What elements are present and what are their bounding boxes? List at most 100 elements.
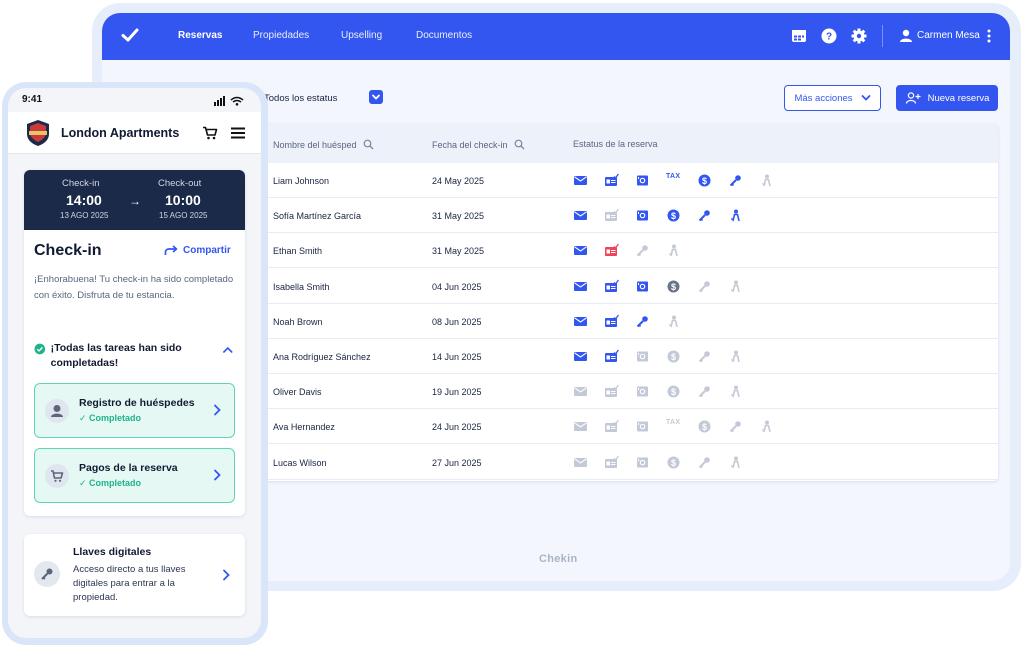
- guest-name[interactable]: Ana Rodríguez Sánchez: [273, 352, 371, 362]
- key-icon[interactable]: [697, 455, 712, 470]
- nav-propiedades[interactable]: Propiedades: [253, 30, 309, 41]
- deposit-icon[interactable]: [635, 419, 650, 434]
- guest-police-icon[interactable]: [728, 279, 743, 294]
- table-row[interactable]: Ana Rodríguez Sánchez 14 Jun 2025 $: [256, 339, 998, 374]
- guest-name[interactable]: Lucas Wilson: [273, 458, 327, 468]
- more-vertical-icon[interactable]: [980, 27, 998, 45]
- email-icon[interactable]: [573, 455, 588, 470]
- search-icon[interactable]: [514, 139, 525, 150]
- email-icon[interactable]: [573, 384, 588, 399]
- key-icon[interactable]: [697, 384, 712, 399]
- key-icon[interactable]: [728, 419, 743, 434]
- help-icon[interactable]: ?: [820, 27, 838, 45]
- tasks-completed-header[interactable]: ¡Todas las tareas han sido completadas!: [34, 341, 234, 371]
- task-booking-payments[interactable]: Pagos de la reserva ✓ Completado: [34, 448, 235, 503]
- guest-police-icon[interactable]: [666, 314, 681, 329]
- guest-name[interactable]: Sofía Martínez García: [273, 211, 361, 221]
- calendar-icon[interactable]: [790, 27, 808, 45]
- deposit-icon[interactable]: [635, 208, 650, 223]
- id-document-icon[interactable]: [604, 173, 620, 188]
- user-name[interactable]: Carmen Mesa: [917, 30, 980, 41]
- key-icon[interactable]: [728, 173, 743, 188]
- table-row[interactable]: Oliver Davis 19 Jun 2025 $: [256, 374, 998, 410]
- guest-name[interactable]: Ethan Smith: [273, 246, 322, 256]
- deposit-icon[interactable]: [635, 173, 650, 188]
- deposit-icon[interactable]: [635, 349, 650, 364]
- table-row[interactable]: Lucas Wilson 27 Jun 2025 $: [256, 445, 998, 480]
- id-document-icon[interactable]: [604, 349, 620, 364]
- deposit-icon[interactable]: [635, 384, 650, 399]
- email-icon[interactable]: [573, 419, 588, 434]
- settings-gear-icon[interactable]: [850, 27, 868, 45]
- payment-icon[interactable]: $: [666, 208, 681, 223]
- table-row[interactable]: Isabella Smith 04 Jun 2025 $: [256, 269, 998, 304]
- chekin-logo-icon[interactable]: [120, 25, 140, 45]
- guest-name[interactable]: Isabella Smith: [273, 282, 330, 292]
- id-document-icon[interactable]: [604, 314, 620, 329]
- email-icon[interactable]: [573, 349, 588, 364]
- chevron-up-icon[interactable]: [222, 345, 234, 355]
- cart-icon[interactable]: [202, 126, 218, 140]
- id-document-icon[interactable]: [604, 384, 620, 399]
- key-icon[interactable]: [697, 349, 712, 364]
- payment-icon[interactable]: $: [697, 173, 712, 188]
- payment-icon[interactable]: $: [666, 349, 681, 364]
- nav-upselling[interactable]: Upselling: [341, 30, 382, 41]
- nav-reservas[interactable]: Reservas: [178, 30, 222, 41]
- status-filter-checkbox[interactable]: [369, 90, 383, 104]
- checkin-date: 27 Jun 2025: [432, 457, 482, 468]
- table-row[interactable]: Ava Hernandez 24 Jun 2025 TAX $: [256, 409, 998, 445]
- key-icon[interactable]: [635, 314, 650, 329]
- payment-icon[interactable]: $: [697, 419, 712, 434]
- table-row[interactable]: Ethan Smith 31 May 2025: [256, 233, 998, 269]
- guest-police-icon[interactable]: [759, 173, 774, 188]
- booking-status-icons: TAX $: [573, 419, 790, 434]
- more-actions-button[interactable]: Más acciones: [784, 85, 881, 111]
- payment-icon[interactable]: $: [666, 279, 681, 294]
- guest-police-icon[interactable]: [728, 455, 743, 470]
- hamburger-menu-icon[interactable]: [230, 126, 246, 140]
- guest-name[interactable]: Ava Hernandez: [273, 422, 335, 432]
- header-guest-name[interactable]: Nombre del huésped: [273, 139, 374, 150]
- key-icon[interactable]: [697, 279, 712, 294]
- tax-icon[interactable]: TAX: [666, 173, 681, 188]
- email-icon[interactable]: [573, 314, 588, 329]
- guest-name[interactable]: Liam Johnson: [273, 176, 329, 186]
- nav-documentos[interactable]: Documentos: [416, 30, 472, 41]
- key-icon[interactable]: [635, 243, 650, 258]
- payment-icon[interactable]: $: [666, 455, 681, 470]
- email-icon[interactable]: [573, 173, 588, 188]
- tax-icon[interactable]: TAX: [666, 419, 681, 434]
- share-button[interactable]: Compartir: [164, 245, 231, 256]
- search-icon[interactable]: [363, 139, 374, 150]
- svg-text:$: $: [671, 457, 676, 467]
- id-document-icon[interactable]: [604, 243, 620, 258]
- payment-icon[interactable]: $: [666, 384, 681, 399]
- key-icon[interactable]: [697, 208, 712, 223]
- guest-name[interactable]: Oliver Davis: [273, 387, 322, 397]
- task-guest-registration[interactable]: Registro de huéspedes ✓ Completado: [34, 383, 235, 438]
- digital-keys-card[interactable]: Llaves digitales Acceso directo a tus ll…: [24, 534, 245, 616]
- user-icon[interactable]: [897, 27, 915, 45]
- deposit-icon[interactable]: [635, 279, 650, 294]
- guest-police-icon[interactable]: [728, 208, 743, 223]
- checkin-date: 24 Jun 2025: [432, 422, 482, 433]
- table-row[interactable]: Noah Brown 08 Jun 2025: [256, 304, 998, 339]
- guest-police-icon[interactable]: [728, 384, 743, 399]
- id-document-icon[interactable]: [604, 279, 620, 294]
- deposit-icon[interactable]: [635, 455, 650, 470]
- id-document-icon[interactable]: [604, 419, 620, 434]
- table-row[interactable]: Liam Johnson 24 May 2025 TAX $: [256, 163, 998, 198]
- table-row[interactable]: Sofía Martínez García 31 May 2025 $: [256, 198, 998, 234]
- email-icon[interactable]: [573, 243, 588, 258]
- guest-police-icon[interactable]: [728, 349, 743, 364]
- guest-police-icon[interactable]: [666, 243, 681, 258]
- guest-name[interactable]: Noah Brown: [273, 317, 323, 327]
- guest-police-icon[interactable]: [759, 419, 774, 434]
- email-icon[interactable]: [573, 208, 588, 223]
- header-checkin-date[interactable]: Fecha del check-in: [432, 139, 525, 150]
- email-icon[interactable]: [573, 279, 588, 294]
- id-document-icon[interactable]: [604, 208, 620, 223]
- id-document-icon[interactable]: [604, 455, 620, 470]
- new-booking-button[interactable]: Nueva reserva: [896, 85, 998, 111]
